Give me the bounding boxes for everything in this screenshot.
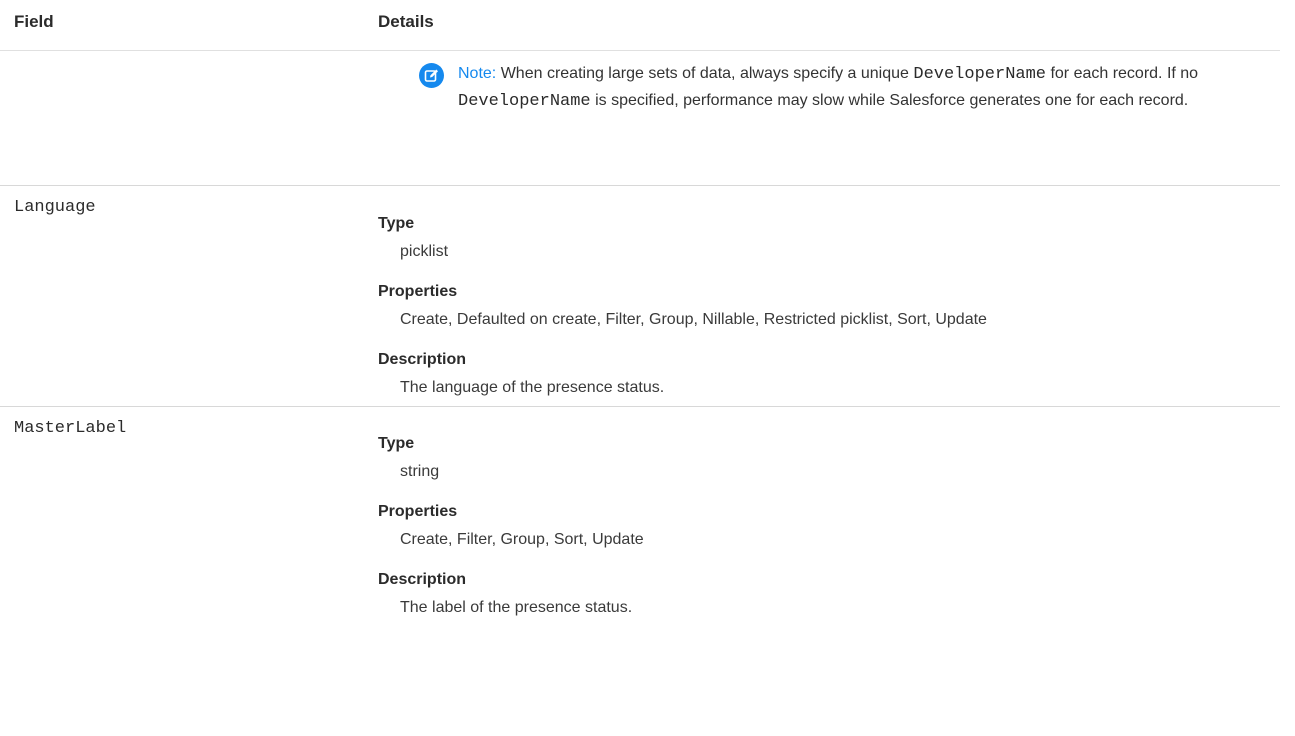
type-label: Type	[378, 435, 415, 452]
properties-value: Create, Defaulted on create, Filter, Gro…	[400, 311, 987, 328]
column-header-details: Details	[378, 12, 434, 31]
note-text-part-1: When creating large sets of data, always…	[496, 65, 914, 82]
description-value: The language of the presence status.	[400, 379, 665, 396]
description-value: The label of the presence status.	[400, 599, 633, 616]
note-text-part-3: is specified, performance may slow while…	[590, 92, 1189, 109]
field-name-masterlabel: MasterLabel	[14, 419, 127, 438]
properties-label: Properties	[378, 503, 458, 520]
field-details: Type picklist Properties Create, Default…	[378, 214, 1280, 398]
table-header: Field Details	[0, 0, 1280, 51]
properties-label: Properties	[378, 283, 458, 300]
field-name-language: Language	[14, 198, 96, 217]
note-text-part-2: for each record. If no	[1046, 65, 1199, 82]
description-label: Description	[378, 351, 467, 368]
field-details: Type string Properties Create, Filter, G…	[378, 434, 1280, 618]
table-row-note: Note: When creating large sets of data, …	[0, 51, 1280, 186]
note-text: Note: When creating large sets of data, …	[458, 61, 1288, 115]
field-details-table: Field Details Note: When creating large …	[0, 0, 1280, 627]
table-row: MasterLabel Type string Properties Creat…	[0, 407, 1280, 627]
description-label: Description	[378, 571, 467, 588]
type-value: string	[400, 463, 440, 480]
properties-value: Create, Filter, Group, Sort, Update	[400, 531, 644, 548]
type-value: picklist	[400, 243, 449, 260]
edit-note-icon	[419, 63, 444, 88]
column-header-field: Field	[14, 12, 54, 31]
note-code-developername-2: DeveloperName	[458, 92, 591, 111]
note-label: Note:	[458, 65, 497, 82]
table-row: Language Type picklist Properties Create…	[0, 186, 1280, 407]
note-code-developername-1: DeveloperName	[913, 65, 1046, 84]
type-label: Type	[378, 215, 415, 232]
